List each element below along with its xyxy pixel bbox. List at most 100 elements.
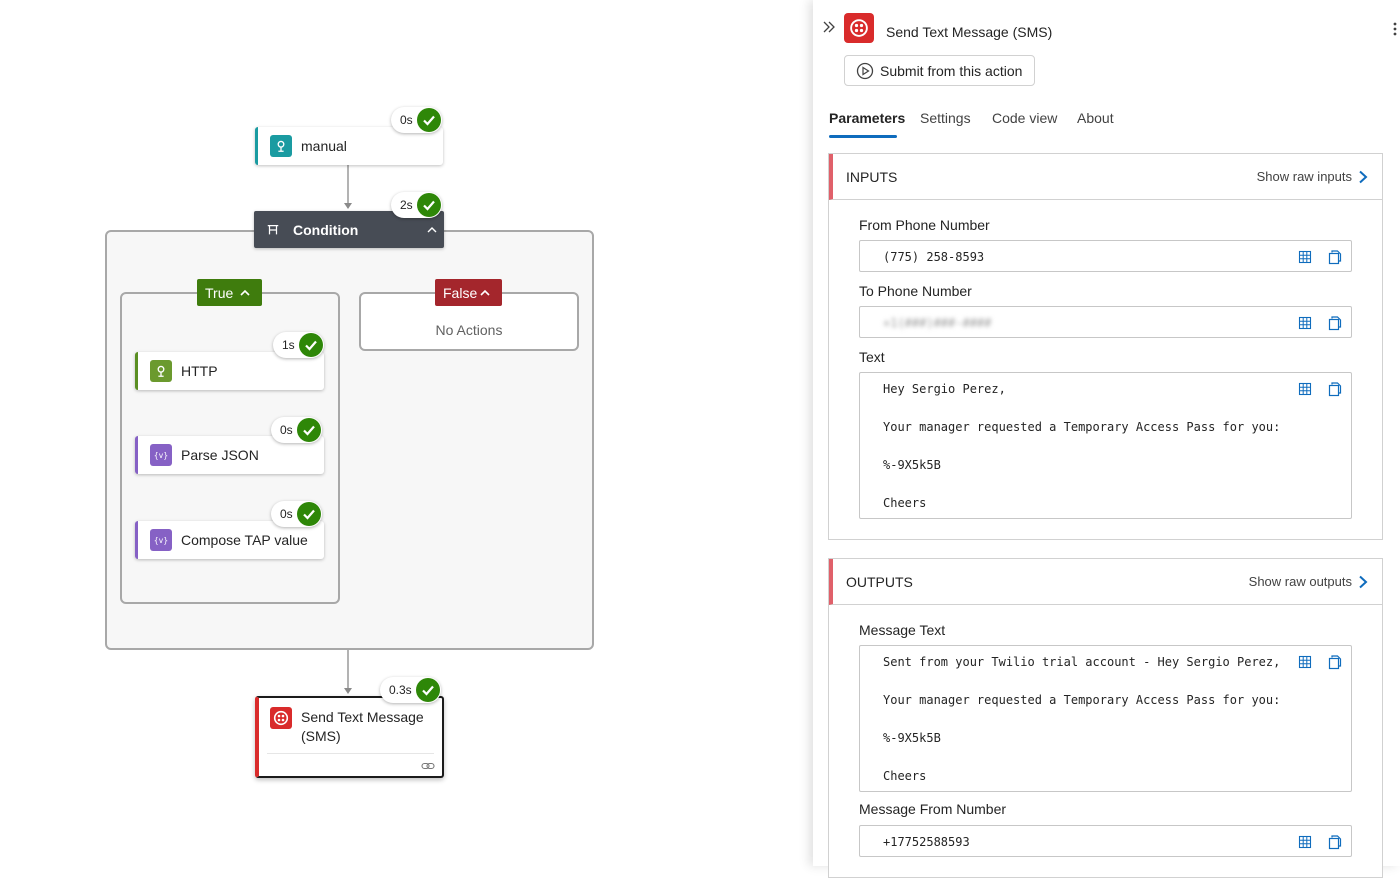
send-sms-node[interactable]: Send Text Message (SMS) [255,696,444,778]
http-globe-icon [150,360,172,382]
manual-status-badge: 0s [391,107,442,133]
message-text-line-4: Cheers [883,769,927,783]
outputs-title: OUTPUTS [846,573,913,590]
copy-icon[interactable] [1327,654,1343,670]
inputs-header: INPUTS Show raw inputs [829,154,1382,200]
submit-from-action-button[interactable]: Submit from this action [844,55,1035,86]
table-view-icon[interactable] [1297,315,1313,331]
parse-json-duration: 0s [280,423,293,437]
show-raw-outputs-link[interactable]: Show raw outputs [1249,574,1382,589]
tab-parameters[interactable]: Parameters [829,110,905,126]
http-status-badge: 1s [273,332,324,358]
inputs-title: INPUTS [846,168,898,185]
send-sms-label-line2: (SMS) [301,728,341,744]
success-check-icon [296,418,321,442]
condition-icon [262,219,284,241]
play-circle-icon [856,62,874,80]
compose-duration: 0s [280,507,293,521]
inputs-section: INPUTS Show raw inputs From Phone Number… [828,153,1383,540]
success-check-icon [416,108,441,132]
collapse-panel-icon[interactable] [822,20,836,34]
http-label: HTTP [181,363,218,379]
action-details-panel: Send Text Message (SMS) Submit from this… [813,0,1400,878]
table-view-icon[interactable] [1297,381,1313,397]
active-tab-indicator [829,135,897,138]
parse-json-label: Parse JSON [181,447,259,463]
message-from-number-label: Message From Number [859,801,1007,817]
text-line-1: Hey Sergio Perez, [883,382,1006,396]
tab-settings[interactable]: Settings [920,110,971,126]
message-text-line-1: Sent from your Twilio trial account - He… [883,655,1281,669]
text-line-2: Your manager requested a Temporary Acces… [883,420,1281,434]
condition-label: Condition [293,221,359,238]
tab-code-view[interactable]: Code view [992,110,1057,126]
manual-label: manual [301,138,347,154]
twilio-icon [270,707,292,729]
workflow-canvas[interactable]: No Actions manual 0s Condition 2s True F… [0,0,813,866]
from-phone-field[interactable]: (775) 258-8593 [859,240,1352,272]
false-label: False [443,284,478,301]
copy-icon[interactable] [1327,381,1343,397]
to-phone-field[interactable]: +1(###)###-#### [859,306,1352,338]
collapse-chevron-icon[interactable] [426,224,438,236]
no-actions-text: No Actions [435,322,503,338]
message-from-number-value: +17752588593 [883,835,970,849]
copy-icon[interactable] [1327,834,1343,850]
svg-text:{v}: {v} [154,536,168,545]
request-trigger-icon [270,135,292,157]
text-line-3: %-9X5k5B [883,458,941,472]
message-text-line-2: Your manager requested a Temporary Acces… [883,693,1281,707]
chevron-right-icon [1359,575,1368,588]
data-operation-icon: {v} [150,444,172,466]
panel-title: Send Text Message (SMS) [886,24,1053,40]
to-phone-value: +1(###)###-#### [883,316,992,330]
outputs-section: OUTPUTS Show raw outputs Message Text Se… [828,558,1383,878]
show-raw-inputs-label: Show raw inputs [1256,169,1352,184]
tab-about[interactable]: About [1077,110,1114,126]
message-text-field[interactable]: Sent from your Twilio trial account - He… [859,645,1352,792]
success-check-icon [296,502,321,526]
data-operation-icon: {v} [150,529,172,551]
svg-text:{v}: {v} [154,451,168,460]
success-check-icon [415,678,440,702]
message-text-line-3: %-9X5k5B [883,731,941,745]
http-duration: 1s [282,338,295,352]
copy-icon[interactable] [1327,315,1343,331]
from-phone-label: From Phone Number [859,217,990,233]
send-sms-label-line1: Send Text Message [301,709,424,725]
chevron-up-icon [240,289,250,296]
table-view-icon[interactable] [1297,834,1313,850]
true-label: True [205,284,234,301]
parse-json-status-badge: 0s [271,417,322,443]
submit-label: Submit from this action [880,62,1023,79]
text-label: Text [859,349,885,365]
more-options-icon[interactable] [1393,21,1397,37]
message-text-label: Message Text [859,622,946,638]
table-view-icon[interactable] [1297,654,1313,670]
send-sms-status-badge: 0.3s [380,677,441,703]
outputs-header: OUTPUTS Show raw outputs [829,559,1382,605]
node-divider [267,753,434,754]
to-phone-label: To Phone Number [859,283,972,299]
true-branch-label[interactable]: True [197,279,262,306]
false-branch-label[interactable]: False [435,279,502,306]
condition-duration: 2s [400,198,413,212]
message-from-number-field[interactable]: +17752588593 [859,825,1352,857]
show-raw-outputs-label: Show raw outputs [1248,574,1352,589]
copy-icon[interactable] [1327,249,1343,265]
compose-label: Compose TAP value [181,532,308,548]
text-field[interactable]: Hey Sergio Perez, Your manager requested… [859,372,1352,519]
send-sms-duration: 0.3s [389,683,412,697]
show-raw-inputs-link[interactable]: Show raw inputs [1257,169,1382,184]
text-line-4: Cheers [883,496,927,510]
chevron-up-icon [480,289,490,296]
chevron-right-icon [1359,170,1368,183]
manual-duration: 0s [400,113,413,127]
link-icon[interactable] [421,759,435,771]
table-view-icon[interactable] [1297,249,1313,265]
condition-status-badge: 2s [391,192,442,218]
success-check-icon [416,193,441,217]
from-phone-value: (775) 258-8593 [883,250,985,264]
success-check-icon [298,333,323,357]
compose-status-badge: 0s [271,501,322,527]
